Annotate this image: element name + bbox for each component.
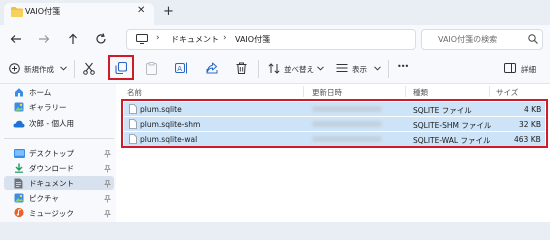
toolbar-divider xyxy=(388,60,389,78)
folder-icon xyxy=(11,7,23,17)
chevron-down-icon[interactable] xyxy=(374,66,381,71)
music-icon xyxy=(14,207,24,218)
column-header-name[interactable]: 名前 xyxy=(127,87,142,98)
sort-icon[interactable] xyxy=(268,63,280,74)
sidebar-item-label: 次郎 - 個人用 xyxy=(29,119,74,128)
sidebar-item-label: ドキュメント xyxy=(29,179,74,188)
search-placeholder: VAIO付箋の検索 xyxy=(438,35,498,44)
pin-icon[interactable] xyxy=(104,180,111,188)
trash-icon[interactable] xyxy=(236,62,247,74)
more-options-button[interactable]: ••• xyxy=(397,62,409,71)
pin-icon[interactable] xyxy=(104,165,111,173)
sidebar-item-label: ダウンロード xyxy=(29,164,74,173)
forward-arrow-icon[interactable] xyxy=(38,34,50,44)
column-header-type[interactable]: 種類 xyxy=(413,87,428,98)
pin-icon[interactable] xyxy=(104,195,111,203)
onedrive-cloud-icon xyxy=(13,120,25,128)
pin-icon[interactable] xyxy=(104,210,111,218)
refresh-icon[interactable] xyxy=(95,33,107,45)
details-pane-icon[interactable] xyxy=(504,63,516,73)
rename-icon[interactable]: A xyxy=(175,62,188,74)
cut-icon[interactable] xyxy=(83,62,95,75)
breadcrumb-vaio-fusen[interactable]: VAIO付箋 xyxy=(235,34,270,45)
column-divider[interactable] xyxy=(489,86,490,97)
sidebar-item-label: ホーム xyxy=(29,88,52,97)
selected-files-highlight xyxy=(121,99,548,148)
sidebar-item-label: ギャラリー xyxy=(29,103,67,112)
column-header-modified[interactable]: 更新日時 xyxy=(312,87,342,98)
breadcrumb-documents[interactable]: ドキュメント xyxy=(171,34,219,45)
view-button-label[interactable]: 表示 xyxy=(352,64,367,75)
column-header-size[interactable]: サイズ xyxy=(496,87,518,98)
breadcrumb-separator: › xyxy=(223,33,227,43)
chevron-down-icon[interactable] xyxy=(60,66,67,71)
chevron-down-icon[interactable] xyxy=(317,66,324,71)
new-button-label[interactable]: 新規作成 xyxy=(24,64,54,75)
address-bar[interactable] xyxy=(126,29,416,50)
desktop-icon xyxy=(14,149,25,158)
home-icon xyxy=(15,88,23,97)
sidebar-item-label: ミュージック xyxy=(29,209,74,218)
svg-text:A: A xyxy=(177,65,182,73)
search-icon xyxy=(528,34,538,44)
new-tab-button[interactable]: + xyxy=(163,4,174,19)
column-divider[interactable] xyxy=(303,86,304,97)
monitor-icon xyxy=(136,34,148,44)
sidebar-item-label: デスクトップ xyxy=(29,149,74,158)
sidebar-divider xyxy=(4,138,114,139)
copy-icon[interactable] xyxy=(115,62,127,74)
back-arrow-icon[interactable] xyxy=(10,34,22,44)
sidebar-item-label: ピクチャ xyxy=(29,194,59,203)
details-button-label[interactable]: 詳細 xyxy=(521,64,536,75)
tab-close-button[interactable]: ✕ xyxy=(137,5,145,16)
new-plus-icon[interactable] xyxy=(9,63,20,74)
up-arrow-icon[interactable] xyxy=(68,33,78,45)
documents-icon xyxy=(14,178,23,189)
pin-icon[interactable] xyxy=(104,150,111,158)
gallery-icon xyxy=(14,102,24,112)
paste-icon[interactable] xyxy=(146,62,157,75)
toolbar-divider xyxy=(74,60,75,78)
tab-title: VAIO付箋 xyxy=(25,7,61,16)
toolbar-divider xyxy=(258,60,259,78)
sort-button-label[interactable]: 並べ替え xyxy=(284,64,314,75)
pictures-icon xyxy=(14,193,24,203)
view-icon[interactable] xyxy=(336,63,348,73)
share-icon[interactable] xyxy=(206,62,218,74)
breadcrumb-separator: › xyxy=(156,33,160,43)
download-icon xyxy=(15,163,23,173)
column-divider[interactable] xyxy=(405,86,406,97)
